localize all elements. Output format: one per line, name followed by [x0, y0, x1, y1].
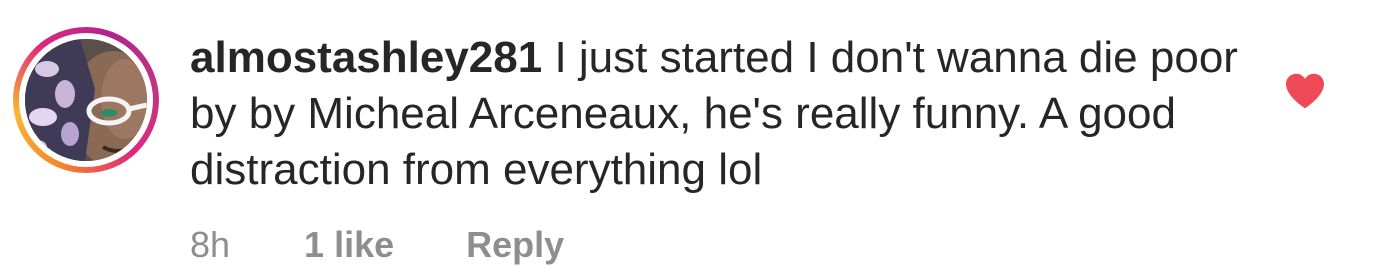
comment-meta: 8h 1 like Reply [190, 224, 564, 266]
avatar[interactable] [25, 39, 147, 161]
heart-icon[interactable] [1284, 72, 1326, 110]
comment: almostashley281 I just started I don't w… [0, 0, 1379, 276]
comment-body: almostashley281 I just started I don't w… [190, 30, 1250, 198]
avatar-image [25, 39, 147, 161]
username[interactable]: almostashley281 [190, 33, 542, 82]
timestamp: 8h [190, 224, 231, 265]
avatar-ring-gap [19, 33, 153, 167]
story-ring[interactable] [13, 27, 159, 173]
likes-count[interactable]: 1 like [304, 224, 394, 266]
reply-button[interactable]: Reply [466, 224, 564, 266]
